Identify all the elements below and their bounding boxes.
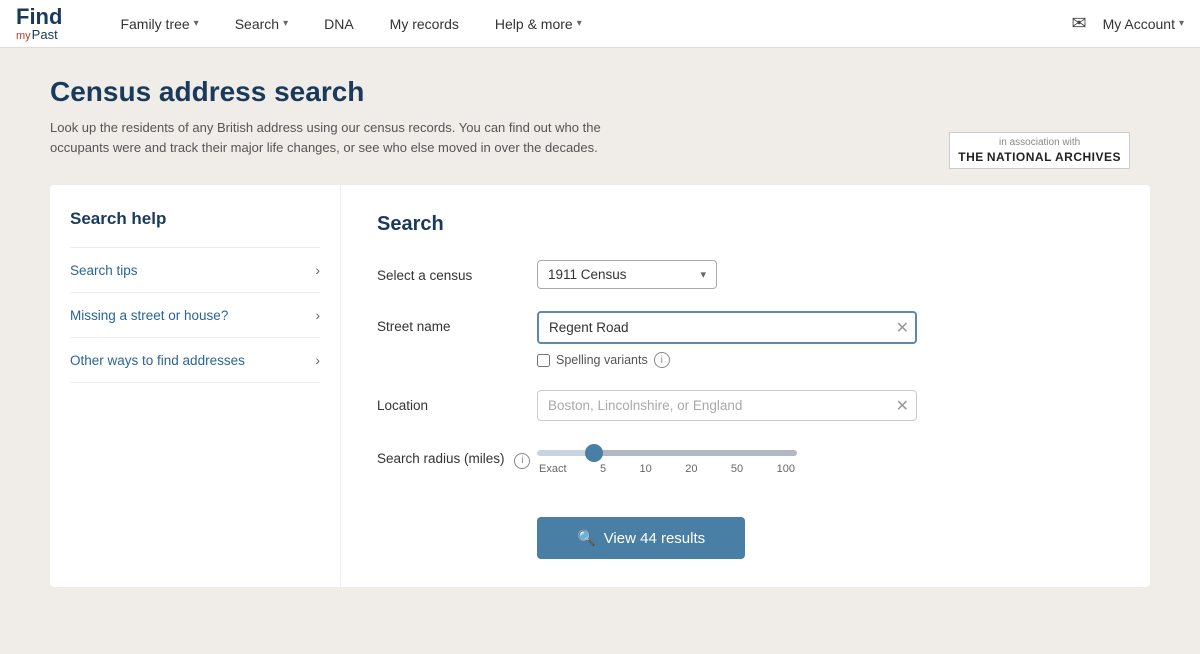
radius-field: Exact 5 10 20 50 100	[537, 443, 1114, 475]
tick-5: 5	[600, 463, 606, 475]
street-row: Street name ✕ Spelling variants i	[377, 311, 1114, 368]
radius-label-text: Search radius (miles)	[377, 451, 505, 466]
sidebar-item-missing-street[interactable]: Missing a street or house? ›	[70, 293, 320, 338]
radius-slider[interactable]	[537, 450, 797, 456]
census-field: 1911 Census ▾	[537, 260, 1114, 289]
chevron-down-icon: ▾	[700, 268, 706, 281]
census-row: Select a census 1911 Census ▾	[377, 260, 1114, 289]
street-field: ✕ Spelling variants i	[537, 311, 1114, 368]
census-label: Select a census	[377, 260, 537, 283]
search-panel-title: Search	[377, 213, 1114, 236]
search-panel: Search Select a census 1911 Census ▾ Str…	[340, 185, 1150, 587]
street-label: Street name	[377, 311, 537, 334]
chevron-right-icon: ›	[315, 307, 320, 323]
tick-10: 10	[640, 463, 652, 475]
sidebar-item-other-ways[interactable]: Other ways to find addresses ›	[70, 338, 320, 383]
mail-icon[interactable]: ✉	[1072, 13, 1087, 34]
street-input[interactable]	[537, 311, 917, 344]
census-select[interactable]: 1911 Census ▾	[537, 260, 717, 289]
radius-row: Search radius (miles) i Exact 5 10 20 50…	[377, 443, 1114, 475]
logo-my: my	[16, 31, 31, 42]
main-grid: Search help Search tips › Missing a stre…	[50, 185, 1150, 587]
tick-50: 50	[731, 463, 743, 475]
sidebar: Search help Search tips › Missing a stre…	[50, 185, 340, 587]
sidebar-title: Search help	[70, 209, 320, 229]
nav-item-search[interactable]: Search ▾	[217, 0, 306, 48]
tick-100: 100	[777, 463, 795, 475]
page-content: Census address search Look up the reside…	[30, 48, 1170, 615]
association-line1: THE	[958, 150, 984, 164]
chevron-down-icon: ▾	[194, 18, 199, 29]
chevron-down-icon: ▾	[1179, 18, 1184, 29]
navbar: Find my Past Family tree ▾ Search ▾ DNA …	[0, 0, 1200, 48]
bottom-row: 🔍 View 44 results	[377, 497, 1114, 559]
spelling-variants-row: Spelling variants i	[537, 352, 1114, 368]
association-prefix: in association with	[958, 137, 1121, 148]
page-top: Census address search Look up the reside…	[50, 76, 1150, 157]
association-line3: ARCHIVES	[1055, 150, 1121, 164]
page-title: Census address search	[50, 76, 1150, 108]
site-logo[interactable]: Find my Past	[16, 6, 62, 42]
location-field: ✕	[537, 390, 1114, 421]
location-label: Location	[377, 390, 537, 413]
view-results-button[interactable]: 🔍 View 44 results	[537, 517, 745, 559]
slider-labels: Exact 5 10 20 50 100	[537, 463, 797, 475]
page-description: Look up the residents of any British add…	[50, 118, 650, 157]
logo-past: Past	[32, 28, 58, 41]
chevron-down-icon: ▾	[283, 18, 288, 29]
location-input-wrapper: ✕	[537, 390, 917, 421]
spelling-variants-checkbox[interactable]	[537, 354, 550, 367]
chevron-right-icon: ›	[315, 262, 320, 278]
radius-label: Search radius (miles) i	[377, 443, 537, 469]
nav-item-my-records[interactable]: My records	[372, 0, 477, 48]
spelling-variants-info-icon[interactable]: i	[654, 352, 670, 368]
account-menu[interactable]: My Account ▾	[1103, 16, 1184, 32]
nav-item-dna[interactable]: DNA	[306, 0, 372, 48]
nav-links: Family tree ▾ Search ▾ DNA My records He…	[102, 0, 1071, 48]
tick-exact: Exact	[539, 463, 567, 475]
clear-location-icon[interactable]: ✕	[896, 396, 909, 416]
nav-right: ✉ My Account ▾	[1072, 13, 1185, 34]
spelling-variants-label[interactable]: Spelling variants	[556, 353, 648, 367]
sidebar-item-search-tips[interactable]: Search tips ›	[70, 247, 320, 293]
nav-item-help[interactable]: Help & more ▾	[477, 0, 600, 48]
nav-item-family-tree[interactable]: Family tree ▾	[102, 0, 216, 48]
logo-find: Find	[16, 6, 62, 28]
chevron-right-icon: ›	[315, 352, 320, 368]
association-line2: NATIONAL	[987, 150, 1052, 164]
street-input-wrapper: ✕	[537, 311, 917, 344]
tick-20: 20	[685, 463, 697, 475]
chevron-down-icon: ▾	[577, 18, 582, 29]
search-icon: 🔍	[577, 529, 596, 547]
location-row: Location ✕	[377, 390, 1114, 421]
clear-street-icon[interactable]: ✕	[896, 318, 909, 338]
radius-info-icon[interactable]: i	[514, 453, 530, 469]
location-input[interactable]	[537, 390, 917, 421]
association-badge: in association with THE NATIONAL ARCHIVE…	[949, 132, 1130, 169]
